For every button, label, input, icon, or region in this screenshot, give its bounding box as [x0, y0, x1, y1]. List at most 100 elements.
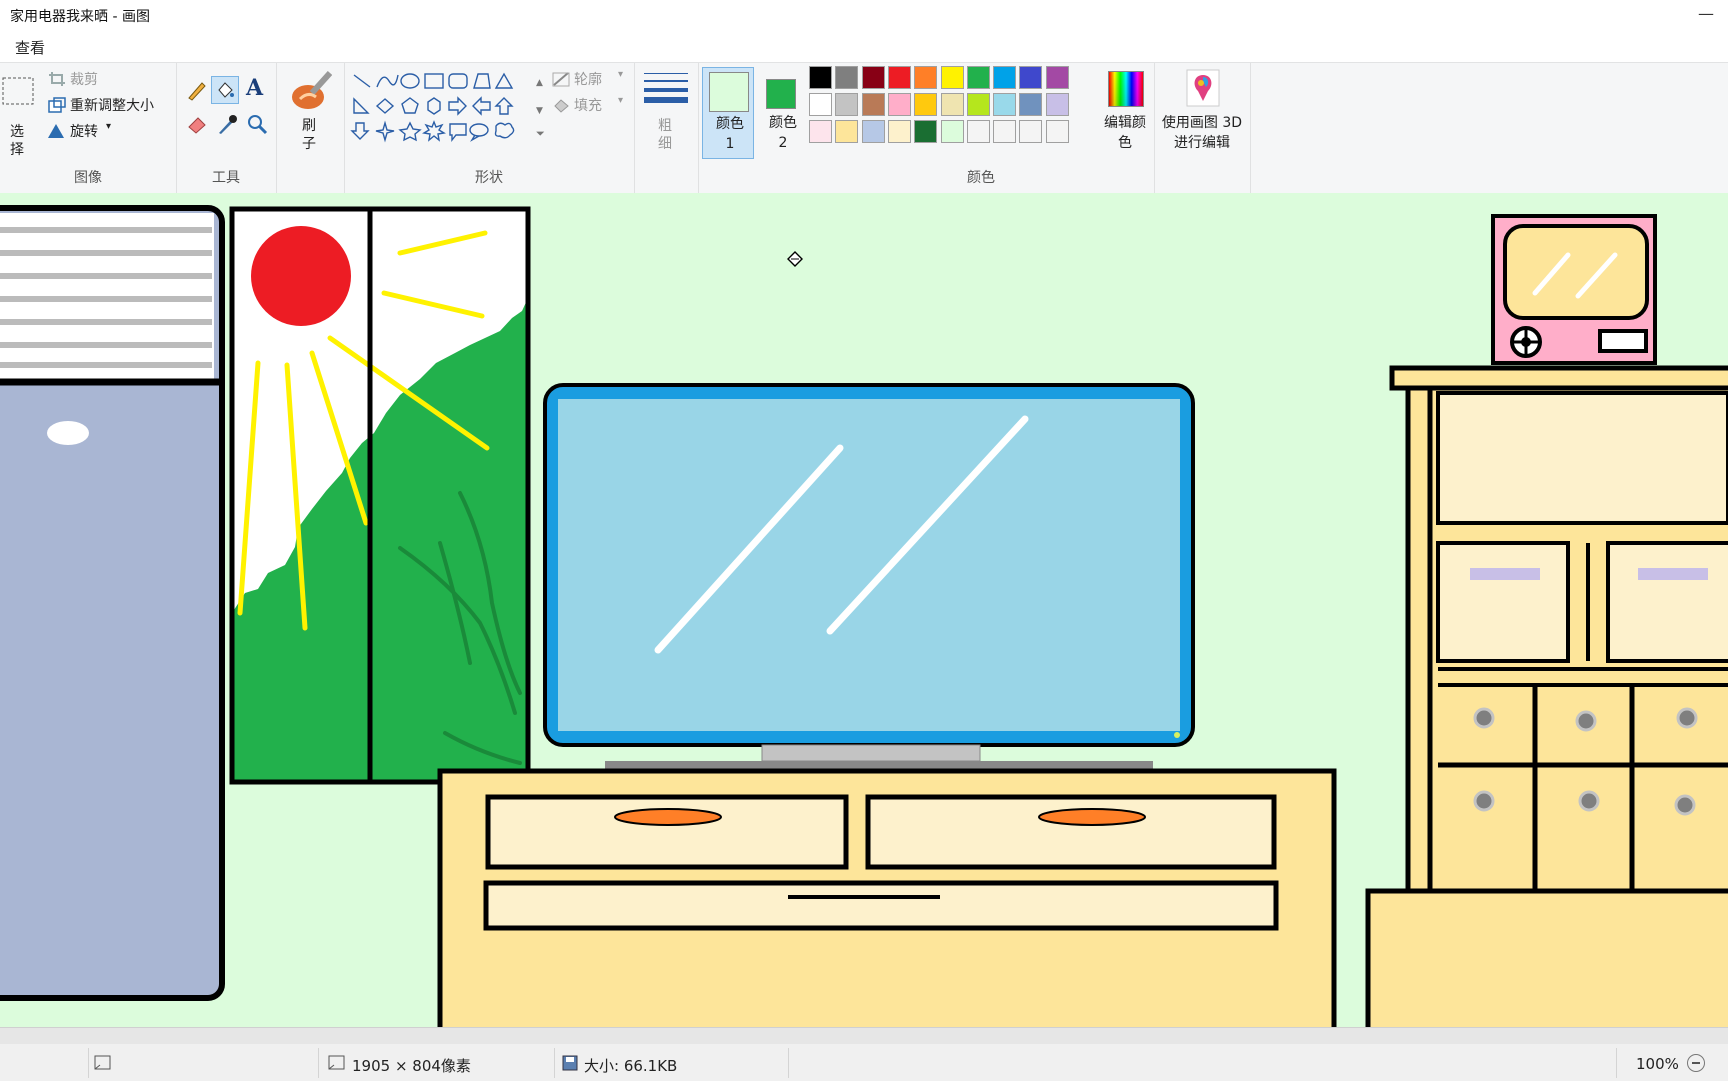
crop-icon — [49, 72, 65, 86]
palette-swatch[interactable] — [966, 66, 990, 89]
crop-button[interactable]: 裁剪 — [48, 69, 168, 89]
size-label: 粗细 — [658, 118, 672, 152]
status-separator — [788, 1048, 789, 1078]
fill-tool-button[interactable] — [211, 76, 239, 104]
shapes-group: ▲ ▼ ⏷ 轮廓 ▾ 填充 ▾ 形状 — [344, 63, 635, 193]
palette-swatch[interactable] — [966, 120, 990, 143]
fill-button[interactable]: 填充 ▾ — [552, 95, 628, 115]
palette-swatch[interactable] — [861, 66, 885, 89]
color-wheel-icon — [1108, 71, 1144, 107]
palette-swatch[interactable] — [940, 93, 964, 116]
palette-swatch[interactable] — [1019, 93, 1043, 116]
color2-button[interactable]: 颜色 2 — [756, 67, 808, 159]
disk-icon — [562, 1055, 578, 1071]
palette-swatch[interactable] — [940, 120, 964, 143]
text-tool-icon[interactable]: A — [246, 75, 263, 101]
shapes-gallery[interactable]: ▲ ▼ ⏷ — [350, 69, 546, 149]
minimize-button[interactable]: — — [1698, 4, 1714, 23]
edit-colors-label: 编辑颜色 — [1104, 115, 1146, 151]
paint3d-group: 使用画图 3D 进行编辑 — [1154, 63, 1251, 193]
status-separator — [1616, 1048, 1617, 1078]
fill-cursor-icon — [787, 251, 803, 267]
palette-swatch[interactable] — [835, 93, 859, 116]
palette-swatch[interactable] — [1045, 120, 1069, 143]
palette-swatch[interactable] — [993, 93, 1017, 116]
tools-group: A 工具 — [176, 63, 277, 193]
eraser-icon[interactable] — [186, 113, 208, 135]
color1-swatch — [709, 72, 749, 112]
palette-swatch[interactable] — [887, 66, 911, 89]
palette-swatch[interactable] — [809, 93, 832, 116]
menu-bar: 查看 — [0, 30, 1728, 62]
palette-swatch[interactable] — [914, 93, 938, 116]
palette-swatch[interactable] — [1045, 93, 1069, 116]
line-thickness-icon — [644, 73, 688, 103]
title-bar: 家用电器我来晒 - 画图 — — [0, 0, 1728, 30]
color1-label: 颜色 1 — [716, 116, 744, 152]
palette-swatch[interactable] — [887, 93, 911, 116]
fill-icon — [554, 99, 569, 113]
rotate-button[interactable]: 旋转 ▾ — [46, 121, 126, 141]
palette-swatch[interactable] — [993, 66, 1017, 89]
selection-size-icon — [328, 1055, 345, 1070]
air-conditioner — [0, 205, 225, 1001]
palette-swatch[interactable] — [940, 66, 964, 89]
image-group-label: 图像 — [74, 170, 102, 186]
bookshelf — [1365, 365, 1728, 1027]
horizontal-scrollbar[interactable] — [0, 1028, 1728, 1044]
rotate-icon — [48, 124, 64, 138]
shapes-group-label: 形状 — [475, 170, 503, 186]
resize-icon — [48, 97, 66, 113]
fill-label: 填充 — [574, 98, 602, 114]
select-button[interactable]: 选择 — [0, 69, 38, 164]
outline-dropdown-icon: ▾ — [618, 69, 624, 80]
fill-dropdown-icon: ▾ — [618, 95, 624, 106]
color2-label: 颜色 2 — [769, 115, 797, 151]
color1-button[interactable]: 颜色 1 — [702, 67, 754, 159]
brushes-label: 刷子 — [302, 118, 316, 152]
status-separator — [554, 1048, 555, 1078]
zoom-out-button[interactable] — [1687, 1054, 1705, 1072]
television — [543, 383, 1195, 769]
brush-icon — [292, 71, 332, 109]
palette-swatch[interactable] — [835, 120, 859, 143]
palette-swatch[interactable] — [809, 120, 832, 143]
menu-view[interactable]: 查看 — [15, 37, 45, 58]
image-dimensions: 1905 × 804像素 — [352, 1057, 471, 1075]
edit-colors-button[interactable]: 编辑颜色 — [1098, 67, 1152, 159]
crop-label: 裁剪 — [70, 72, 98, 88]
pencil-icon[interactable] — [186, 79, 208, 101]
minus-icon — [1692, 1062, 1700, 1064]
size-group: 粗细 — [634, 63, 699, 193]
status-separator — [88, 1048, 89, 1078]
palette-swatch[interactable] — [861, 120, 885, 143]
size-button[interactable]: 粗细 — [640, 67, 692, 159]
paint3d-button[interactable]: 使用画图 3D 进行编辑 — [1160, 67, 1244, 159]
canvas-position-icon — [94, 1055, 111, 1070]
rotate-dropdown-icon: ▾ — [106, 121, 112, 132]
palette-swatch[interactable] — [809, 66, 832, 89]
tools-group-label: 工具 — [212, 170, 240, 186]
palette-swatch[interactable] — [835, 66, 859, 89]
drawing-canvas[interactable] — [0, 193, 1728, 1027]
select-icon — [2, 77, 34, 105]
palette-swatch[interactable] — [993, 120, 1017, 143]
status-separator — [318, 1048, 319, 1078]
palette-swatch[interactable] — [914, 120, 938, 143]
magnifier-icon[interactable] — [246, 113, 268, 135]
palette-swatch[interactable] — [887, 120, 911, 143]
rotate-label: 旋转 — [70, 124, 98, 140]
colors-group-label: 颜色 — [967, 170, 995, 186]
palette-swatch[interactable] — [1019, 120, 1043, 143]
brushes-button[interactable]: 刷子 — [286, 67, 334, 159]
color-picker-icon[interactable] — [216, 113, 238, 135]
palette-swatch[interactable] — [1019, 66, 1043, 89]
palette-swatch[interactable] — [914, 66, 938, 89]
status-bar: 1905 × 804像素 大小: 66.1KB 100% — [0, 1027, 1728, 1081]
palette-swatch[interactable] — [1045, 66, 1069, 89]
resize-button[interactable]: 重新调整大小 — [48, 95, 173, 115]
outline-button[interactable]: 轮廓 ▾ — [552, 69, 628, 89]
palette-swatch[interactable] — [966, 93, 990, 116]
palette-swatch[interactable] — [861, 93, 885, 116]
colors-group: 编辑颜色 颜色 — [808, 63, 1155, 193]
